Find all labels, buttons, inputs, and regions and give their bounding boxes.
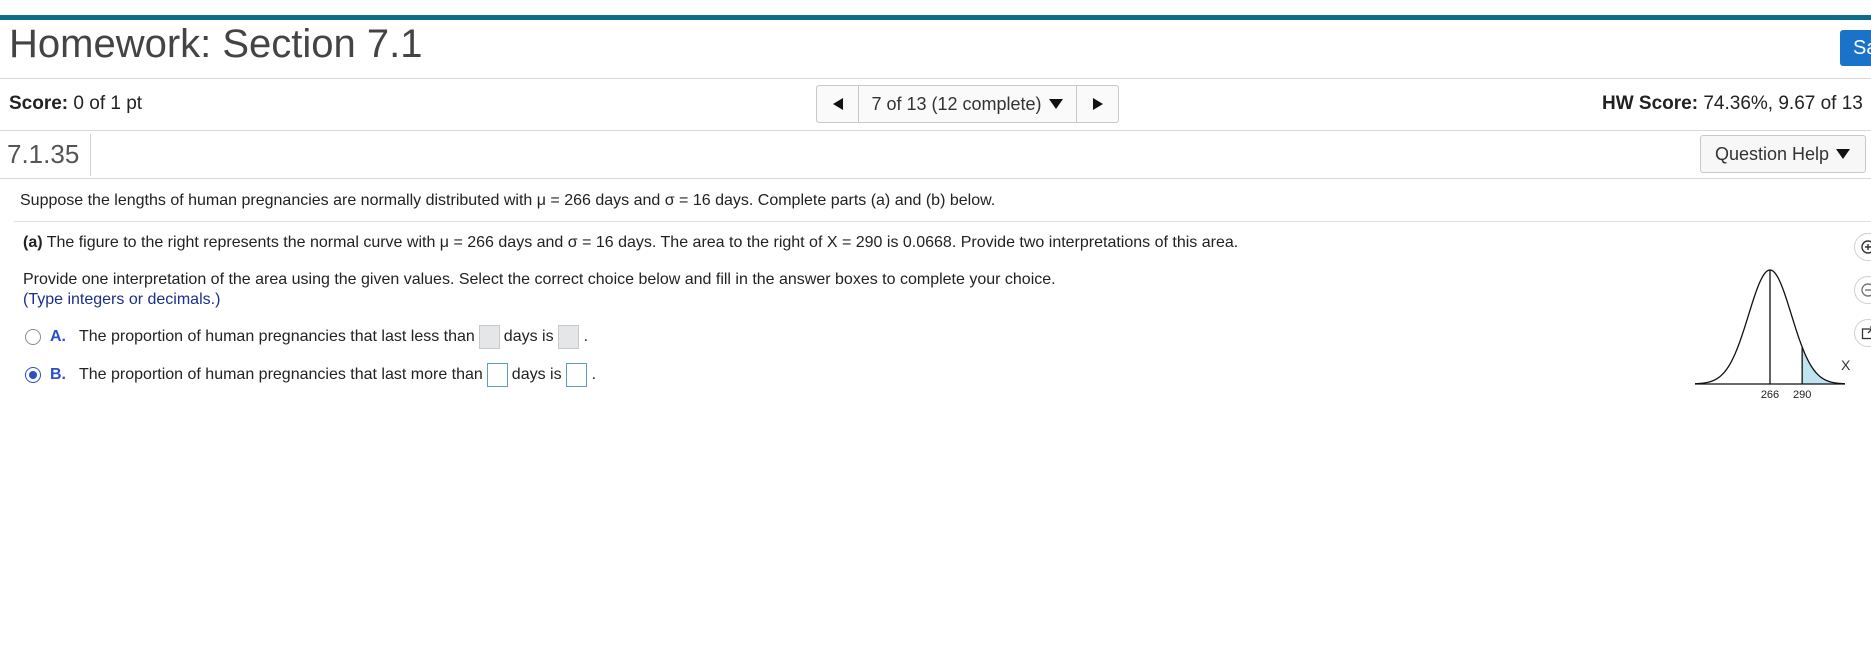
choice-text: The proportion of human pregnancies that… [79, 366, 483, 383]
question-help-button[interactable]: Question Help [1700, 135, 1866, 173]
part-a-prompt: (a) The figure to the right represents t… [23, 234, 1238, 252]
hw-score-label: HW Score: [1602, 93, 1699, 114]
page-title: Homework: Section 7.1 [9, 22, 423, 66]
choice-letter: B. [50, 366, 66, 383]
x-axis-label: X [1841, 357, 1850, 373]
hint-text: (Type integers or decimals.) [23, 291, 221, 308]
popout-icon[interactable] [1854, 319, 1871, 347]
previous-question-button[interactable] [817, 86, 859, 122]
question-number: 7.1.35 [7, 139, 80, 169]
mean-tick-label: 266 [1761, 389, 1779, 401]
answer-box-days[interactable] [486, 363, 508, 387]
score-display: Score: 0 of 1 pt [9, 93, 142, 115]
hw-score-value: 74.36%, 9.67 of 13 [1698, 93, 1863, 114]
radio-choice-a[interactable] [25, 329, 41, 345]
divider [90, 134, 91, 176]
choice-text: . [583, 328, 589, 345]
instruction-text: Provide one interpretation of the area u… [23, 271, 1056, 288]
divider [0, 78, 1871, 79]
choice-text: . [591, 366, 597, 383]
choice-text: The proportion of human pregnancies that… [79, 328, 475, 345]
question-selector-dropdown[interactable]: 7 of 13 (12 complete) [859, 86, 1076, 122]
question-help-label: Question Help [1714, 143, 1830, 164]
caret-down-icon [1836, 149, 1851, 159]
divider [0, 130, 1871, 131]
hw-score-display: HW Score: 74.36%, 9.67 of 13 [1602, 93, 1863, 115]
triangle-left-icon [832, 98, 843, 110]
cutoff-tick-label: 290 [1793, 389, 1811, 401]
radio-selected-dot [29, 371, 37, 379]
question-intro: Suppose the lengths of human pregnancies… [20, 192, 996, 209]
zoom-out-icon[interactable] [1854, 276, 1871, 304]
answer-box-days[interactable] [478, 325, 500, 349]
score-value: 0 of 1 pt [68, 93, 143, 114]
choice-letter: A. [50, 328, 66, 345]
part-a-text: The figure to the right represents the n… [42, 234, 1239, 251]
zoom-in-icon[interactable] [1854, 233, 1871, 261]
divider [0, 178, 1871, 179]
caret-down-icon [1048, 99, 1063, 109]
radio-choice-b[interactable] [25, 367, 41, 383]
next-question-button[interactable] [1076, 86, 1118, 122]
question-navigator: 7 of 13 (12 complete) [816, 85, 1119, 123]
normal-curve-graph: 266 290 X [1694, 269, 1851, 401]
choice-b[interactable]: B. The proportion of human pregnancies t… [25, 363, 596, 387]
score-label: Score: [9, 93, 69, 114]
save-button[interactable]: Sa [1840, 30, 1871, 66]
choice-text: days is [503, 328, 554, 345]
choice-text: days is [511, 366, 562, 383]
answer-box-proportion[interactable] [565, 363, 587, 387]
triangle-right-icon [1092, 98, 1103, 110]
question-position-label: 7 of 13 (12 complete) [871, 93, 1042, 114]
divider [14, 221, 1871, 222]
top-accent-bar [0, 15, 1871, 20]
part-a-label: (a) [23, 234, 43, 251]
choice-a[interactable]: A. The proportion of human pregnancies t… [25, 325, 588, 349]
normal-curve-figure: 266 290 X [1690, 250, 1851, 405]
answer-box-proportion[interactable] [557, 325, 579, 349]
